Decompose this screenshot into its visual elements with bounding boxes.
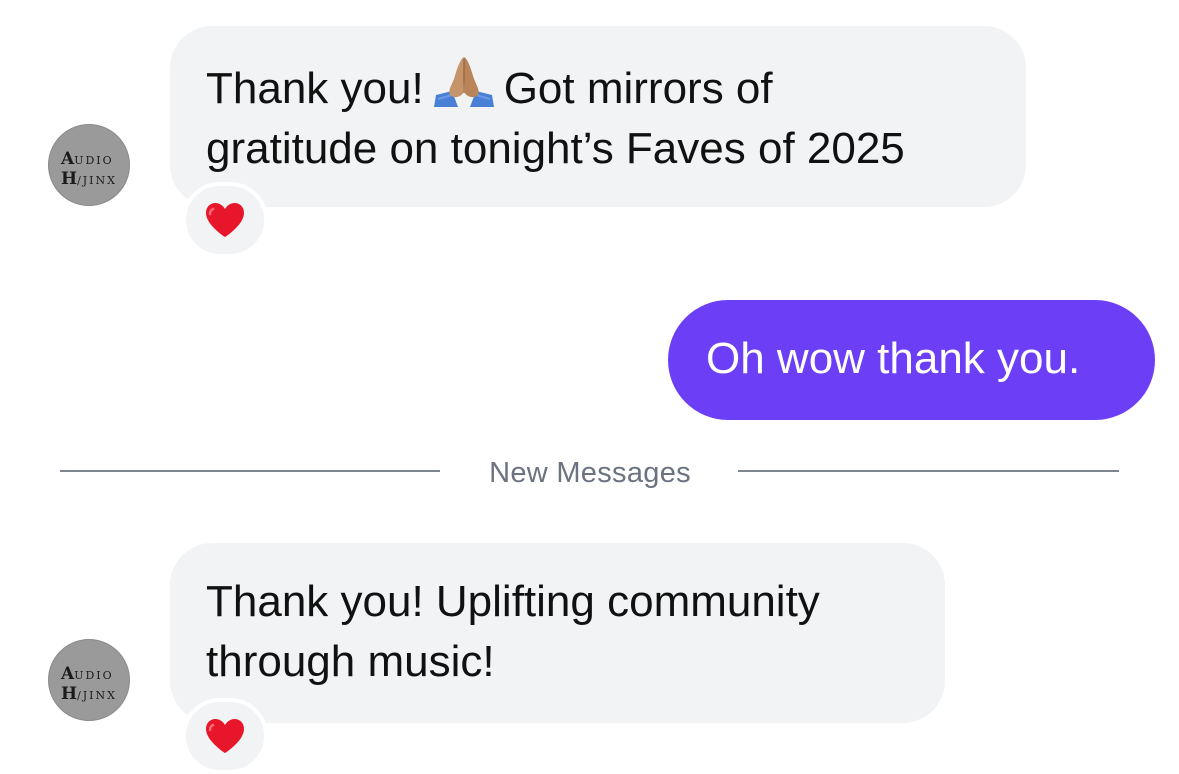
incoming-message-bubble[interactable]: Thank you! Got mirrors of gratitude on t… [170, 26, 1026, 207]
message-text-line: through music! [206, 637, 495, 686]
message-text-line: Thank you! Got mirrors of [206, 55, 990, 119]
new-messages-divider-label: New Messages [489, 457, 691, 489]
message-text: Oh wow thank you. [706, 334, 1081, 383]
message-text-line: Thank you! Uplifting community [206, 577, 820, 626]
incoming-message-bubble[interactable]: Thank you! Uplifting community through m… [170, 543, 945, 723]
heart-reaction[interactable] [182, 182, 268, 258]
avatar-logo-line2: H/JINX [61, 684, 117, 704]
avatar-logo-line1: AUDIO [61, 664, 114, 684]
message-text-line: gratitude on tonight’s Faves of 2025 [206, 124, 905, 173]
sender-avatar[interactable]: AUDIO H/JINX [48, 124, 130, 206]
outgoing-message-bubble[interactable]: Oh wow thank you. [668, 300, 1155, 420]
avatar-logo-line2: H/JINX [61, 169, 117, 189]
heart-icon [206, 203, 244, 237]
divider-line-right [738, 470, 1119, 472]
divider-line-left [60, 470, 440, 472]
heart-reaction[interactable] [182, 698, 268, 774]
folded-hands-icon [430, 55, 498, 109]
avatar-logo-line1: AUDIO [61, 149, 114, 169]
sender-avatar[interactable]: AUDIO H/JINX [48, 639, 130, 721]
heart-icon [206, 719, 244, 753]
